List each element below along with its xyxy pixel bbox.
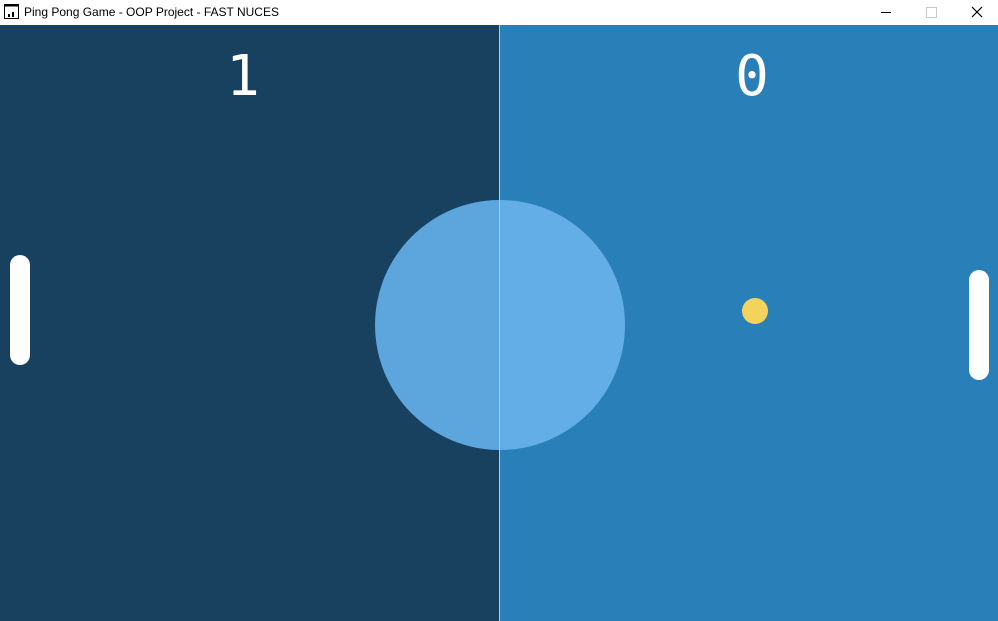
right-paddle bbox=[969, 270, 989, 380]
maximize-button[interactable] bbox=[908, 0, 954, 25]
center-circle-left-half bbox=[375, 200, 499, 450]
left-score: 1 bbox=[226, 44, 260, 109]
game-canvas[interactable]: 1 0 bbox=[0, 25, 998, 621]
left-paddle bbox=[10, 255, 30, 365]
maximize-icon bbox=[926, 7, 937, 18]
center-line bbox=[499, 25, 500, 621]
minimize-icon bbox=[881, 12, 891, 13]
game-window: Ping Pong Game - OOP Project - FAST NUCE… bbox=[0, 0, 998, 621]
center-circle-right-clip bbox=[499, 25, 998, 621]
window-title: Ping Pong Game - OOP Project - FAST NUCE… bbox=[24, 5, 279, 19]
center-circle-left-clip bbox=[0, 25, 499, 621]
minimize-button[interactable] bbox=[863, 0, 909, 25]
app-window-icon bbox=[4, 4, 19, 19]
ball bbox=[742, 298, 768, 324]
close-icon bbox=[971, 6, 983, 18]
right-score: 0 bbox=[735, 44, 769, 109]
title-bar[interactable]: Ping Pong Game - OOP Project - FAST NUCE… bbox=[0, 0, 998, 25]
center-circle-right-half bbox=[499, 200, 625, 450]
close-button[interactable] bbox=[954, 0, 998, 25]
